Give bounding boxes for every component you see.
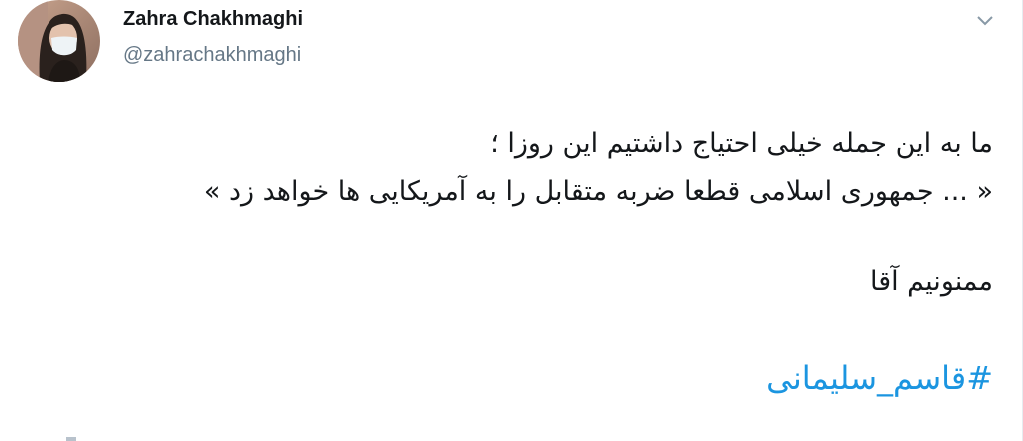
chevron-down-icon	[977, 16, 993, 26]
avatar[interactable]	[18, 0, 100, 82]
tweet-text-line: ممنونیم آقا	[869, 266, 993, 297]
tweet-text-line: « ... جمهوری اسلامی قطعا ضربه متقابل را …	[203, 176, 993, 207]
tweet-menu-button[interactable]	[968, 6, 1002, 36]
tweet-card: Zahra Chakhmaghi @zahrachakhmaghi ما به …	[0, 0, 1023, 441]
tweet-text: ما به این جمله خیلی احتیاج داشتیم این رو…	[33, 120, 993, 402]
author-handle[interactable]: @zahrachakhmaghi	[123, 44, 301, 67]
tweet-text-line: ما به این جمله خیلی احتیاج داشتیم این رو…	[490, 128, 993, 159]
hashtag-link[interactable]: #قاسم_سلیمانی	[766, 359, 993, 397]
avatar-image	[18, 0, 100, 82]
cut-off-content	[66, 437, 76, 441]
author-name[interactable]: Zahra Chakhmaghi	[123, 8, 303, 31]
